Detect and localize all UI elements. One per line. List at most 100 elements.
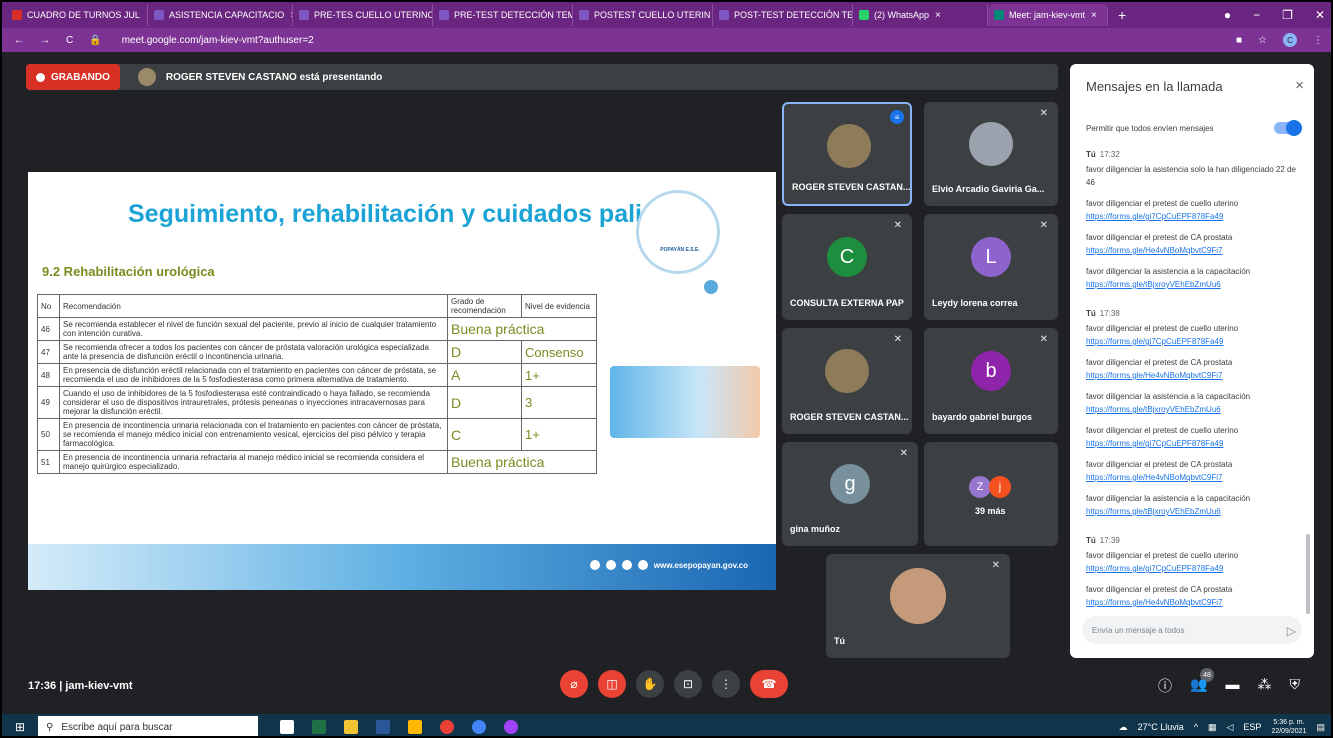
send-icon[interactable]: ▷ (1287, 624, 1296, 638)
tray-chevron-icon[interactable]: ^ (1194, 722, 1198, 732)
chrome-active-icon[interactable] (504, 720, 518, 734)
message-link[interactable]: https://forms.gle/gi7CpCuEPF878Fa49 (1086, 335, 1300, 348)
message-link[interactable]: https://forms.gle/gi7CpCuEPF878Fa49 (1086, 562, 1300, 575)
mic-muted-icon: ✕ (1039, 220, 1048, 231)
browser-menu-icon[interactable]: ⋮ (1313, 35, 1323, 46)
message-link[interactable]: https://forms.gle/He4vNBoMqbvtC9Fi7 (1086, 471, 1300, 484)
presenter-avatar (137, 68, 156, 86)
participant-name: bayardo gabriel burgos (932, 412, 1033, 422)
store-icon[interactable] (344, 720, 358, 734)
camera-off-button[interactable]: ◫ (598, 670, 626, 698)
taskbar-clock[interactable]: 5:36 p. m. 22/09/2021 (1271, 718, 1306, 736)
row-recommendation: En presencia de disfunción eréctil relac… (59, 363, 448, 387)
message-link[interactable]: https://forms.gle/He4vNBoMqbvtC9Fi7 (1086, 596, 1300, 608)
participant-tile[interactable]: Elvio Arcadio Gaviria Ga... ✕ (924, 102, 1058, 206)
minimize-icon[interactable]: − (1253, 8, 1260, 22)
taskbar-search[interactable]: ⚲ Escribe aquí para buscar (38, 716, 258, 736)
message-link[interactable]: https://forms.gle/tBjxroyVEhEbZmUu6 (1086, 278, 1300, 291)
weather-text[interactable]: 27°C Lluvia (1138, 722, 1184, 732)
row-grade: Buena práctica (447, 450, 597, 474)
maximize-icon[interactable]: ❐ (1282, 8, 1293, 22)
leave-call-button[interactable]: ☎ (750, 670, 788, 698)
browser-tab[interactable]: CUADRO DE TURNOS JUL× (6, 4, 148, 26)
windows-start-icon[interactable]: ⊞ (2, 720, 38, 734)
browser-tab[interactable]: PRE-TES CUELLO UTERINO× (293, 4, 433, 26)
message-text: favor diligenciar la asistencia a la cap… (1086, 494, 1251, 503)
host-controls-icon[interactable]: ⛨ (1289, 676, 1300, 696)
browser-tab[interactable]: ASISTENCIA CAPACITACIO× (148, 4, 293, 26)
chat-scrollbar[interactable] (1306, 534, 1310, 614)
message-link[interactable]: https://forms.gle/gi7CpCuEPF878Fa49 (1086, 437, 1300, 450)
chrome-icon[interactable] (440, 720, 454, 734)
participant-tile[interactable]: Tú ✕ (826, 554, 1010, 658)
participant-tile[interactable]: ROGER STEVEN CASTAN... ✕ (782, 328, 912, 434)
message-text: favor diligenciar la asistencia a la cap… (1086, 267, 1251, 276)
close-icon[interactable]: × (1295, 77, 1304, 94)
participant-tile[interactable]: ROGER STEVEN CASTAN... ≡ (782, 102, 912, 206)
chrome-profile-icon[interactable] (472, 720, 486, 734)
raise-hand-button[interactable]: ✋ (636, 670, 664, 698)
language-indicator[interactable]: ESP (1243, 722, 1261, 732)
activities-icon[interactable]: ⁂ (1257, 676, 1271, 696)
toggle-knob (1286, 120, 1302, 136)
forward-arrow-icon[interactable]: → (40, 35, 50, 46)
more-options-button[interactable]: ⋮ (712, 670, 740, 698)
back-arrow-icon[interactable]: ← (14, 35, 24, 46)
participant-tile[interactable]: g gina muñoz ✕ (782, 442, 918, 546)
chat-message-input[interactable]: Envía un mensaje a todos (1082, 616, 1302, 644)
browser-tab[interactable]: POST-TEST DETECCIÓN TE× (713, 4, 853, 26)
mic-off-button[interactable]: ⌀ (560, 670, 588, 698)
bookmark-star-icon[interactable]: ☆ (1258, 35, 1267, 46)
tab-close-icon[interactable]: × (935, 10, 941, 21)
participant-tile[interactable]: Zj 39 más (924, 442, 1058, 546)
row-number: 48 (37, 363, 60, 387)
close-window-icon[interactable]: ✕ (1315, 8, 1325, 22)
mic-muted-icon: ✕ (1039, 334, 1048, 345)
browser-tab[interactable]: (2) WhatsApp × (853, 4, 988, 26)
people-icon[interactable]: 👥 (1190, 676, 1207, 696)
browser-tab[interactable]: Meet: jam-kiev-vmt × (988, 4, 1108, 26)
new-tab-icon[interactable]: + (1118, 7, 1126, 23)
table-header-row: No Recomendación Grado de recomendación … (37, 294, 597, 318)
reload-icon[interactable]: C (66, 35, 73, 46)
chat-message: favor diligenciar el pretest de cuello u… (1086, 197, 1300, 223)
lock-icon[interactable]: 🔒 (89, 35, 101, 46)
participant-tile[interactable]: b bayardo gabriel burgos ✕ (924, 328, 1058, 434)
profile-avatar[interactable]: C (1283, 33, 1297, 47)
message-link[interactable]: https://forms.gle/He4vNBoMqbvtC9Fi7 (1086, 369, 1300, 382)
chat-messages[interactable]: Tú 17:32 favor diligenciar la asistencia s… (1086, 148, 1300, 608)
message-link[interactable]: https://forms.gle/gi7CpCuEPF878Fa49 (1086, 210, 1300, 223)
meeting-time: 17:36 (28, 680, 57, 692)
camera-indicator-icon[interactable]: ■ (1236, 35, 1242, 46)
participant-tile[interactable]: L Leydy lorena correa ✕ (924, 214, 1058, 320)
message-text: favor diligenciar el pretest de cuello u… (1086, 199, 1239, 208)
weather-icon[interactable]: ☁ (1119, 722, 1128, 733)
present-button[interactable]: ⊡ (674, 670, 702, 698)
chat-icon[interactable]: ▬ (1225, 676, 1239, 696)
browser-tab[interactable]: PRE-TEST DETECCIÓN TEM× (433, 4, 573, 26)
account-dot-icon[interactable]: ● (1224, 8, 1231, 22)
file-explorer-icon[interactable] (408, 720, 422, 734)
allow-messages-toggle[interactable] (1274, 120, 1302, 136)
browser-tab[interactable]: POSTEST CUELLO UTERIN× (573, 4, 713, 26)
task-view-icon[interactable] (280, 720, 294, 734)
volume-icon[interactable]: ◁ (1227, 722, 1234, 733)
message-link[interactable]: https://forms.gle/tBjxroyVEhEbZmUu6 (1086, 505, 1300, 518)
tab-close-icon[interactable]: × (1091, 10, 1097, 21)
message-link[interactable]: https://forms.gle/He4vNBoMqbvtC9Fi7 (1086, 244, 1300, 257)
participant-avatar: g (830, 464, 870, 504)
youtube-icon (637, 560, 648, 570)
info-icon[interactable]: ⓘ (1158, 676, 1172, 696)
network-icon[interactable]: ▦ (1208, 722, 1217, 733)
row-recommendation: Se recomienda establecer el nivel de fun… (59, 317, 448, 341)
participant-tile[interactable]: C CONSULTA EXTERNA PAP ✕ (782, 214, 912, 320)
excel-icon[interactable] (312, 720, 326, 734)
row-evidence: 1+ (521, 363, 597, 387)
notifications-icon[interactable]: ▤ (1316, 722, 1325, 733)
message-link[interactable]: https://forms.gle/tBjxroyVEhEbZmUu6 (1086, 403, 1300, 416)
message-meta: Tú 17:32 (1086, 148, 1300, 161)
url-field[interactable]: meet.google.com/jam-kiev-vmt?authuser=2 (122, 35, 314, 46)
table-row: 49 Cuando el uso de inhibidores de la 5 f… (37, 386, 597, 419)
word-icon[interactable] (376, 720, 390, 734)
clock-date: 22/09/2021 (1271, 728, 1307, 735)
